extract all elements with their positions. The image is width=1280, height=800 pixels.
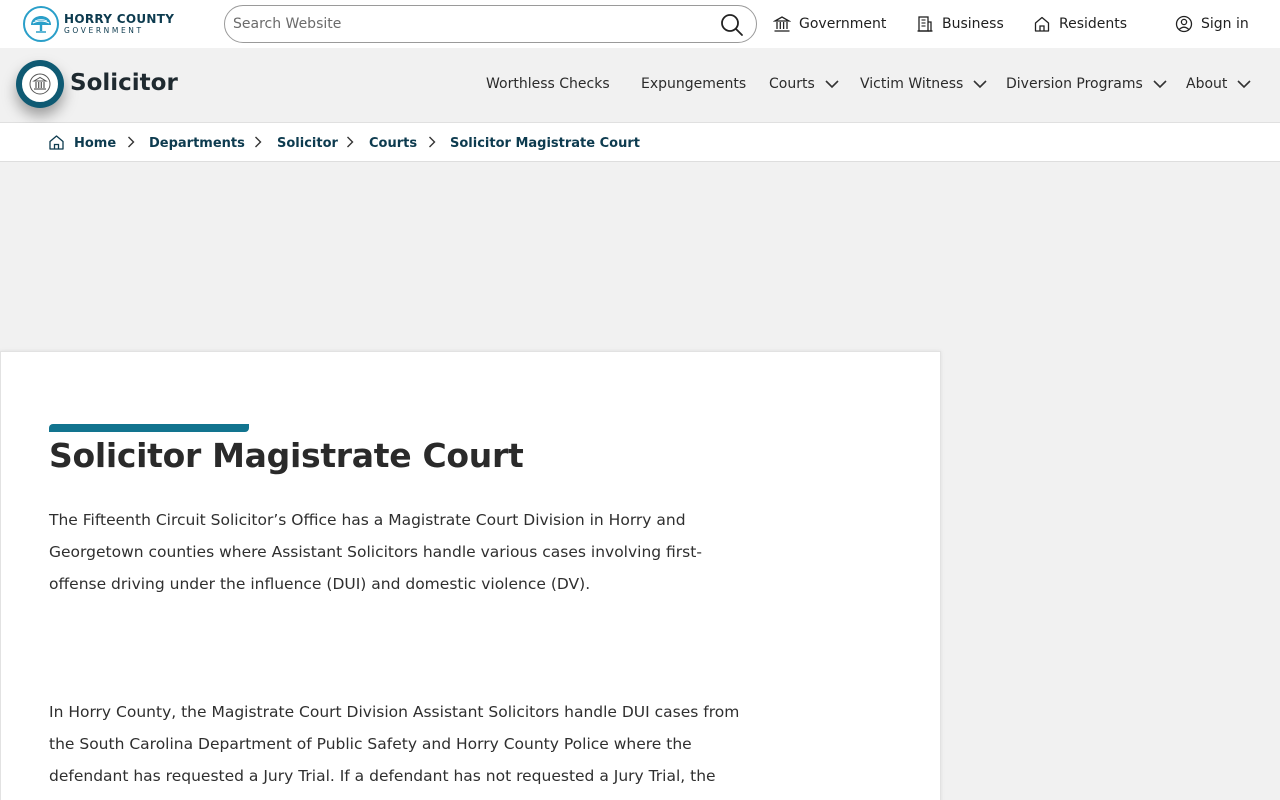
breadcrumb-current: Solicitor Magistrate Court (450, 135, 640, 151)
chevron-right-icon (429, 136, 436, 148)
nav-business-label: Business (942, 16, 1004, 32)
nav-government[interactable]: Government (773, 13, 886, 35)
department-header: Solicitor Worthless Checks Expungements … (0, 48, 1280, 123)
nav-residents-label: Residents (1059, 16, 1128, 32)
breadcrumb-home[interactable]: Home (74, 134, 116, 152)
office-building-icon (917, 16, 933, 32)
nav-government-label: Government (799, 16, 887, 32)
content-card: Solicitor Magistrate Court The Fifteenth… (0, 351, 941, 800)
search-icon (721, 14, 743, 36)
chevron-right-icon (255, 136, 262, 148)
county-logo-text: HORRY COUNTY GOVERNMENT (64, 13, 174, 35)
breadcrumb-courts[interactable]: Courts (369, 134, 417, 152)
dept-nav-label: Courts (769, 76, 815, 92)
intro-paragraph: The Fifteenth Circuit Solicitor’s Office… (49, 511, 702, 593)
chevron-down-icon (825, 80, 839, 89)
dept-nav-label: Victim Witness (860, 76, 964, 92)
horry-county-paragraph: In Horry County, the Magistrate Court Di… (49, 703, 740, 785)
sign-in-link[interactable]: Sign in (1175, 13, 1249, 35)
dept-nav-label: Expungements (641, 76, 747, 92)
courthouse-icon (20, 64, 60, 104)
house-icon (1034, 16, 1050, 32)
department-badge[interactable] (16, 60, 64, 108)
dept-nav-courts[interactable]: Courts (769, 74, 839, 94)
search-button[interactable] (720, 13, 744, 37)
title-accent-bar (49, 424, 249, 432)
nav-business[interactable]: Business (916, 13, 1004, 35)
nav-residents[interactable]: Residents (1033, 13, 1127, 35)
home-icon[interactable] (48, 134, 65, 151)
department-title[interactable]: Solicitor (70, 68, 178, 98)
dept-nav-victim-witness[interactable]: Victim Witness (860, 74, 987, 94)
logo-line2: GOVERNMENT (64, 26, 144, 36)
breadcrumb-solicitor[interactable]: Solicitor (277, 134, 338, 152)
dept-nav-label: Diversion Programs (1006, 76, 1143, 92)
breadcrumb: Home Departments Solicitor Courts Solici… (0, 123, 1280, 162)
tree-logo-icon (23, 6, 59, 42)
county-logo[interactable]: HORRY COUNTY GOVERNMENT (23, 6, 174, 42)
top-bar: HORRY COUNTY GOVERNMENT Government (0, 0, 1280, 48)
dept-nav-label: Worthless Checks (486, 76, 610, 92)
breadcrumb-departments[interactable]: Departments (149, 134, 245, 152)
dept-nav-about[interactable]: About (1186, 74, 1251, 94)
dept-nav-expungements[interactable]: Expungements (641, 74, 746, 94)
dept-nav-worthless-checks[interactable]: Worthless Checks (486, 74, 610, 94)
page-title: Solicitor Magistrate Court (49, 436, 524, 475)
dept-nav-label: About (1186, 76, 1228, 92)
search-box (224, 5, 757, 43)
dept-nav-diversion-programs[interactable]: Diversion Programs (1006, 74, 1167, 94)
government-building-icon (773, 16, 791, 32)
search-input[interactable] (233, 14, 703, 34)
chevron-down-icon (1237, 80, 1251, 89)
chevron-right-icon (128, 136, 135, 148)
chevron-right-icon (347, 136, 354, 148)
chevron-down-icon (973, 80, 987, 89)
logo-line1: HORRY COUNTY (64, 12, 175, 27)
sign-in-label: Sign in (1201, 16, 1249, 32)
user-circle-icon (1175, 15, 1193, 33)
chevron-down-icon (1153, 80, 1167, 89)
